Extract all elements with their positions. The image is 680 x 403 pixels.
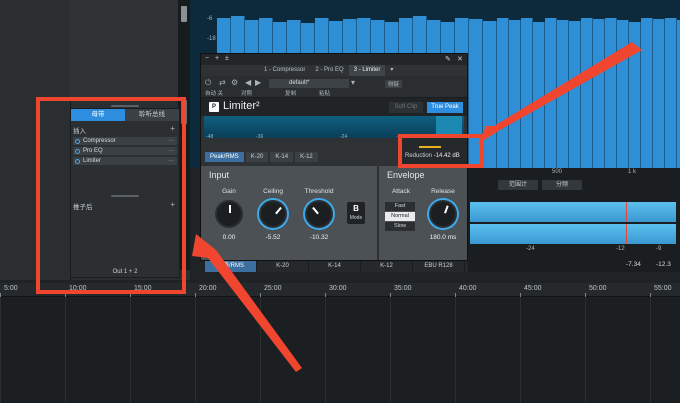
arrow-left-icon [192, 234, 302, 372]
annotation-arrows [192, 42, 642, 372]
arrow-right-icon [478, 42, 642, 144]
